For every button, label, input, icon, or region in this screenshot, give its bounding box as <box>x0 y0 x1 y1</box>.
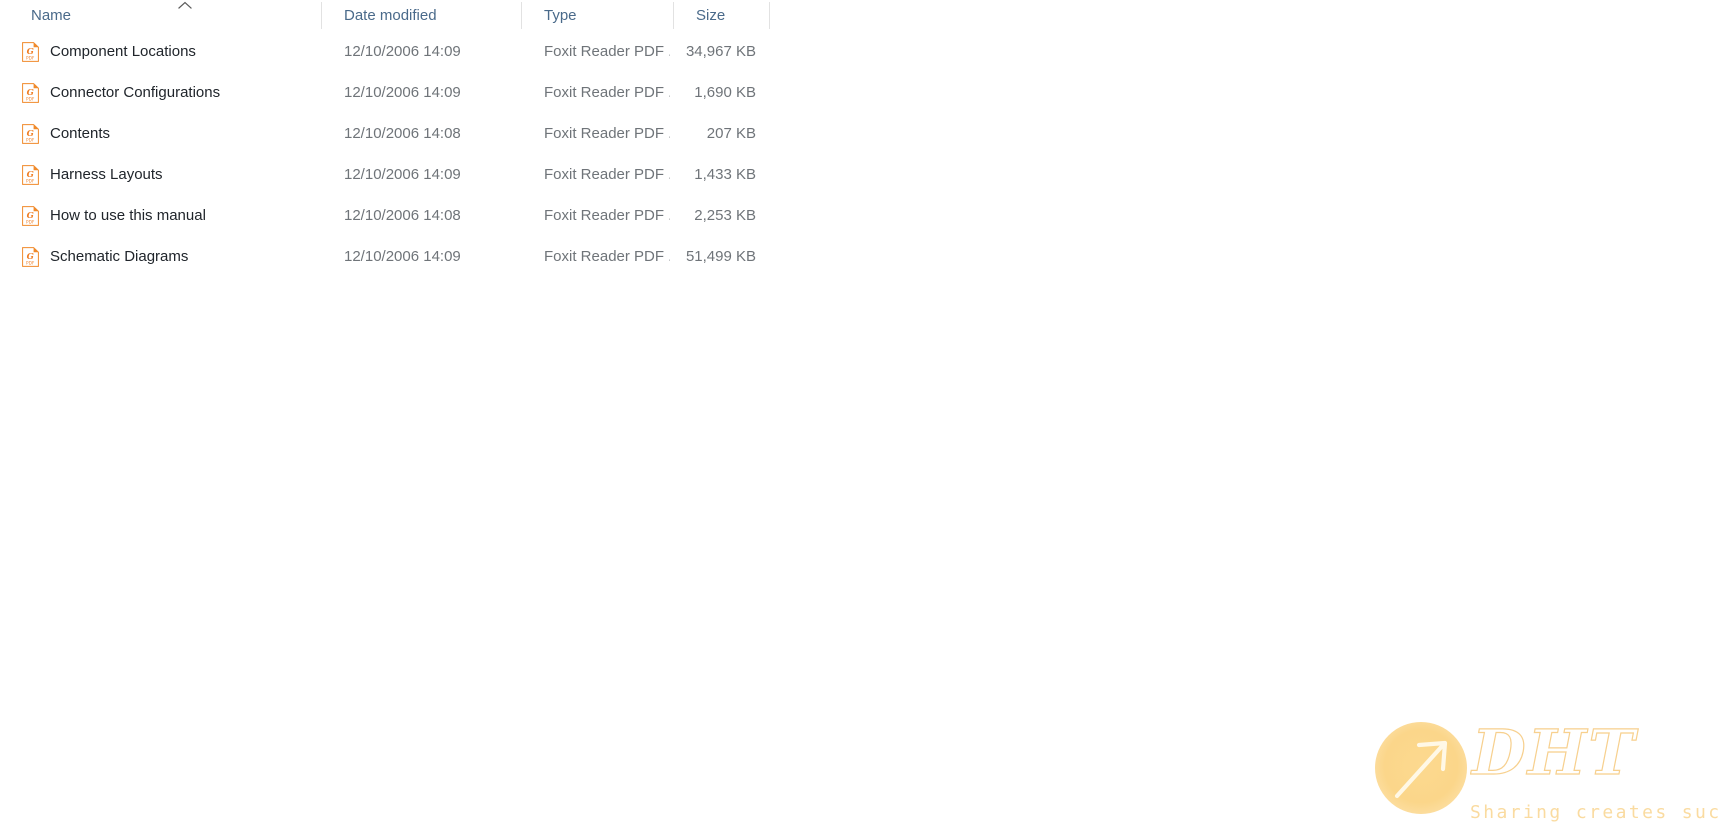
arrow-up-right-circle-icon <box>1394 740 1448 799</box>
table-row[interactable]: G PDF Harness Layouts 12/10/2006 14:09 Fox… <box>0 154 1720 195</box>
svg-text:PDF: PDF <box>26 96 35 101</box>
file-date-modified-label: 12/10/2006 14:08 <box>344 207 461 224</box>
column-header-type[interactable]: Type <box>522 0 670 31</box>
file-date-modified-label: 12/10/2006 14:09 <box>344 166 461 183</box>
table-row[interactable]: G PDF Schematic Diagrams 12/10/2006 14:09… <box>0 236 1720 277</box>
table-row[interactable]: G PDF Component Locations 12/10/2006 14:0… <box>0 31 1720 72</box>
table-row[interactable]: G PDF Contents 12/10/2006 14:08 Foxit Read… <box>0 113 1720 154</box>
file-date-modified-label: 12/10/2006 14:09 <box>344 84 461 101</box>
pdf-file-icon: G PDF <box>22 246 50 267</box>
file-name-cell[interactable]: G PDF How to use this manual <box>0 195 320 236</box>
file-date-modified-label: 12/10/2006 14:09 <box>344 248 461 265</box>
file-type-label: Foxit Reader PDF ... <box>544 207 670 224</box>
file-type-label: Foxit Reader PDF ... <box>544 166 670 183</box>
file-date-modified-cell: 12/10/2006 14:09 <box>322 236 500 277</box>
column-header-date-modified[interactable]: Date modified <box>322 0 500 31</box>
svg-text:PDF: PDF <box>26 260 35 265</box>
table-row[interactable]: G PDF How to use this manual 12/10/2006 1… <box>0 195 1720 236</box>
file-size-label: 34,967 KB <box>685 43 756 60</box>
file-size-label: 51,499 KB <box>685 248 756 265</box>
column-divider[interactable] <box>769 2 770 29</box>
file-date-modified-label: 12/10/2006 14:08 <box>344 125 461 142</box>
file-date-modified-cell: 12/10/2006 14:09 <box>322 72 500 113</box>
file-date-modified-label: 12/10/2006 14:09 <box>344 43 461 60</box>
file-size-cell: 51,499 KB <box>674 236 764 277</box>
file-name-label: Component Locations <box>50 43 196 60</box>
file-explorer-details-view: Name Date modified Type Size G PDF Compo… <box>0 0 1720 829</box>
file-size-cell: 2,253 KB <box>674 195 764 236</box>
file-name-cell[interactable]: G PDF Contents <box>0 113 320 154</box>
column-header-date-modified-label: Date modified <box>344 7 437 24</box>
watermark-tagline: Sharing creates success <box>1470 802 1720 823</box>
file-name-cell[interactable]: G PDF Schematic Diagrams <box>0 236 320 277</box>
file-name-label: Connector Configurations <box>50 84 221 101</box>
file-size-label: 2,253 KB <box>694 207 756 224</box>
file-type-cell: Foxit Reader PDF ... <box>522 31 670 72</box>
file-type-label: Foxit Reader PDF ... <box>544 125 670 142</box>
column-header-name-label: Name <box>31 7 72 24</box>
file-name-label: How to use this manual <box>50 207 206 224</box>
file-date-modified-cell: 12/10/2006 14:09 <box>322 154 500 195</box>
file-type-cell: Foxit Reader PDF ... <box>522 113 670 154</box>
watermark-circle <box>1375 722 1467 814</box>
column-header-size[interactable]: Size <box>674 0 768 31</box>
pdf-file-icon: G PDF <box>22 123 50 144</box>
svg-text:PDF: PDF <box>26 178 35 183</box>
file-size-cell: 1,433 KB <box>674 154 764 195</box>
file-date-modified-cell: 12/10/2006 14:08 <box>322 195 500 236</box>
pdf-file-icon: G PDF <box>22 164 50 185</box>
file-name-label: Harness Layouts <box>50 166 163 183</box>
table-row[interactable]: G PDF Connector Configurations 12/10/2006… <box>0 72 1720 113</box>
pdf-file-icon: G PDF <box>22 82 50 103</box>
column-header-type-label: Type <box>544 7 577 24</box>
watermark-brand-text: DHT <box>1470 718 1638 788</box>
file-list: G PDF Component Locations 12/10/2006 14:0… <box>0 31 1720 277</box>
file-size-label: 1,690 KB <box>694 84 756 101</box>
file-size-label: 207 KB <box>706 125 756 142</box>
svg-text:PDF: PDF <box>26 55 35 60</box>
column-header-name[interactable]: Name <box>0 0 320 31</box>
file-type-label: Foxit Reader PDF ... <box>544 43 670 60</box>
file-type-label: Foxit Reader PDF ... <box>544 84 670 101</box>
file-size-cell: 1,690 KB <box>674 72 764 113</box>
file-size-cell: 34,967 KB <box>674 31 764 72</box>
pdf-file-icon: G PDF <box>22 205 50 226</box>
file-size-label: 1,433 KB <box>694 166 756 183</box>
file-name-label: Schematic Diagrams <box>50 248 189 265</box>
watermark: DHT Sharing creates success <box>1370 712 1720 829</box>
column-header-row: Name Date modified Type Size <box>0 0 1720 31</box>
pdf-file-icon: G PDF <box>22 41 50 62</box>
file-name-label: Contents <box>50 125 111 142</box>
svg-text:PDF: PDF <box>26 219 35 224</box>
file-type-cell: Foxit Reader PDF ... <box>522 154 670 195</box>
file-type-cell: Foxit Reader PDF ... <box>522 195 670 236</box>
file-type-cell: Foxit Reader PDF ... <box>522 72 670 113</box>
file-size-cell: 207 KB <box>674 113 764 154</box>
svg-text:PDF: PDF <box>26 137 35 142</box>
file-date-modified-cell: 12/10/2006 14:09 <box>322 31 500 72</box>
file-name-cell[interactable]: G PDF Component Locations <box>0 31 320 72</box>
file-name-cell[interactable]: G PDF Connector Configurations <box>0 72 320 113</box>
file-name-cell[interactable]: G PDF Harness Layouts <box>0 154 320 195</box>
file-type-cell: Foxit Reader PDF ... <box>522 236 670 277</box>
watermark-brand: DHT <box>1470 718 1638 788</box>
column-header-size-label: Size <box>696 7 726 24</box>
file-date-modified-cell: 12/10/2006 14:08 <box>322 113 500 154</box>
file-type-label: Foxit Reader PDF ... <box>544 248 670 265</box>
